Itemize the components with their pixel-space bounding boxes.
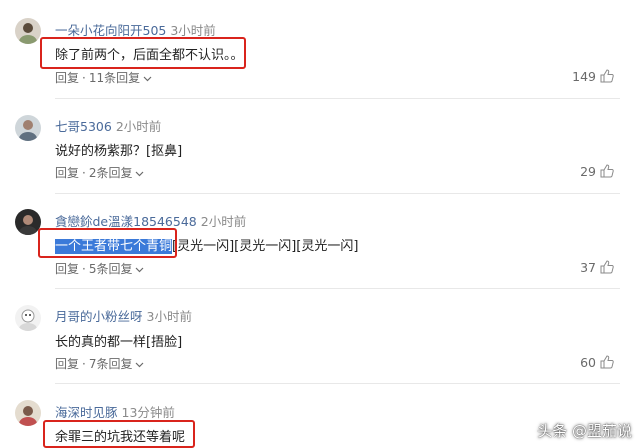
annotation-box — [43, 420, 195, 448]
reply-count-button[interactable]: 11条回复 — [89, 71, 140, 85]
avatar[interactable] — [15, 115, 41, 141]
like-count: 37 — [580, 260, 596, 275]
username[interactable]: 一朵小花向阳开505 — [55, 23, 166, 38]
comment-text: 说好的杨紫那？[抠鼻] — [55, 144, 183, 159]
comment-item: 七哥5306 2小时前 说好的杨紫那？[抠鼻] 回复 · 2条回复 29 — [0, 100, 640, 195]
like-count: 149 — [572, 69, 596, 84]
comment-actions: 回复 · 11条回复 — [55, 69, 152, 86]
comment-actions: 回复 · 2条回复 — [55, 164, 144, 181]
divider — [55, 288, 620, 289]
thumbs-up-icon — [600, 355, 614, 369]
divider — [55, 98, 620, 99]
thumbs-up-icon — [600, 69, 614, 83]
comment-time: 2小时前 — [200, 214, 247, 229]
annotation-box — [40, 37, 246, 69]
emoji-text: [灵光一闪][灵光一闪][灵光一闪] — [172, 239, 359, 254]
thumbs-up-icon — [600, 260, 614, 274]
comment-time: 3小时前 — [170, 23, 216, 38]
reply-button[interactable]: 回复 — [55, 357, 79, 371]
like-count: 60 — [580, 355, 596, 370]
username[interactable]: 海深时见豚 — [55, 405, 118, 420]
avatar[interactable] — [15, 18, 41, 44]
reply-count-button[interactable]: 5条回复 — [89, 262, 133, 276]
reply-count-button[interactable]: 7条回复 — [89, 357, 133, 371]
like-button[interactable]: 149 — [572, 69, 614, 84]
avatar[interactable] — [15, 400, 41, 426]
like-button[interactable]: 29 — [580, 164, 614, 179]
divider — [55, 193, 620, 194]
comment-actions: 回复 · 7条回复 — [55, 355, 144, 372]
reply-button[interactable]: 回复 — [55, 166, 79, 180]
comment-item: 月哥的小粉丝呀 3小时前 长的真的都一样[捂脸] 回复 · 7条回复 60 — [0, 290, 640, 385]
avatar[interactable] — [15, 305, 41, 331]
thumbs-up-icon — [600, 164, 614, 178]
divider — [55, 383, 620, 384]
reply-button[interactable]: 回复 — [55, 71, 79, 85]
username[interactable]: 貪戀鉩de溫漾18546548 — [55, 214, 197, 229]
comment-meta: 月哥的小粉丝呀 3小时前 — [55, 306, 192, 325]
watermark: 头条 @盟茄说 — [537, 422, 632, 440]
like-count: 29 — [580, 164, 596, 179]
chevron-down-icon — [136, 267, 144, 272]
comment-text: 长的真的都一样[捂脸] — [55, 335, 183, 350]
chevron-down-icon — [136, 171, 144, 176]
comment-time: 2小时前 — [115, 119, 162, 134]
like-button[interactable]: 37 — [580, 260, 614, 275]
comment-actions: 回复 · 5条回复 — [55, 260, 144, 277]
chevron-down-icon — [143, 76, 152, 81]
reply-count-button[interactable]: 2条回复 — [89, 166, 133, 180]
comment-meta: 七哥5306 2小时前 — [55, 116, 161, 135]
annotation-box — [38, 228, 177, 258]
comment-time: 13分钟前 — [121, 405, 175, 420]
reply-button[interactable]: 回复 — [55, 262, 79, 276]
username[interactable]: 七哥5306 — [55, 119, 112, 134]
like-button[interactable]: 60 — [580, 355, 614, 370]
comment-time: 3小时前 — [146, 309, 192, 324]
username[interactable]: 月哥的小粉丝呀 — [55, 309, 143, 324]
chevron-down-icon — [136, 362, 144, 367]
comment-meta: 海深时见豚 13分钟前 — [55, 402, 175, 421]
